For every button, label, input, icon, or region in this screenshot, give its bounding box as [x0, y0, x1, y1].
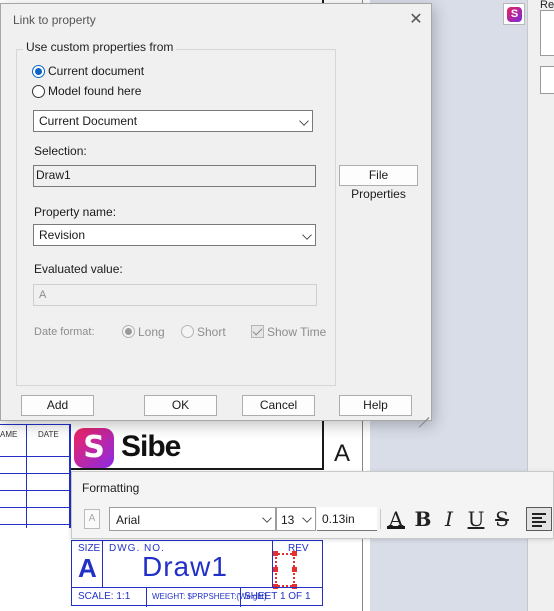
- date-short-label: Short: [197, 325, 226, 339]
- rev-table-row: [0, 474, 70, 491]
- bold-button[interactable]: B: [411, 506, 435, 532]
- current-document-radio[interactable]: [32, 65, 45, 78]
- cancel-button[interactable]: Cancel: [242, 395, 315, 416]
- sheet-revision-letter: A: [334, 440, 351, 467]
- selection-handle[interactable]: [292, 551, 297, 556]
- font-style-icon[interactable]: A: [84, 509, 100, 529]
- font-select[interactable]: Arial: [109, 507, 276, 531]
- formatting-row: A Arial 13 0.13in A B I U S: [72, 505, 554, 533]
- font-color-button[interactable]: A: [384, 506, 408, 532]
- selection-handle[interactable]: [273, 551, 278, 556]
- resize-grip-icon[interactable]: [417, 406, 430, 428]
- show-time-label: Show Time: [267, 325, 327, 339]
- align-left-button[interactable]: [526, 507, 552, 531]
- ok-button[interactable]: OK: [144, 395, 217, 416]
- font-color-swatch: [387, 526, 405, 529]
- logo-text: Sibe: [121, 430, 181, 463]
- chevron-down-icon: [262, 513, 272, 523]
- title-block-divider: [146, 587, 147, 607]
- selection-label: Selection:: [34, 144, 87, 158]
- rev-col-date: DATE: [38, 430, 59, 439]
- toolbar-separator: [380, 509, 381, 529]
- group-title: Use custom properties from: [23, 40, 177, 54]
- rev-table-row: [0, 440, 70, 457]
- rev-col-name: AME: [0, 430, 18, 439]
- evaluated-value-label: Evaluated value:: [34, 262, 123, 276]
- title-block: SIZE A DWG. NO. Draw1 REV SCALE: 1:1 WEI…: [71, 540, 323, 607]
- chevron-down-icon: [302, 513, 312, 523]
- title-block-divider: [240, 587, 241, 607]
- task-pane-field[interactable]: [540, 10, 554, 56]
- date-short-radio: [181, 325, 194, 338]
- model-found-here-label[interactable]: Model found here: [48, 84, 141, 98]
- show-time-checkbox: [251, 325, 264, 338]
- align-left-icon-line: [532, 525, 542, 527]
- selection-handle[interactable]: [273, 567, 278, 572]
- rev-table-top: [0, 424, 71, 425]
- logo-icon: S: [74, 428, 114, 468]
- app-logo-icon[interactable]: S: [503, 3, 525, 25]
- date-long-label: Long: [138, 325, 165, 339]
- evaluated-value: A: [39, 289, 47, 301]
- model-found-here-radio[interactable]: [32, 85, 45, 98]
- scale-text: SCALE: 1:1: [78, 591, 131, 602]
- rev-table-row: [0, 508, 70, 525]
- help-button[interactable]: Help: [339, 395, 412, 416]
- rev-table-divider: [26, 424, 27, 528]
- font-size-value: 13: [281, 513, 295, 527]
- font-height-input[interactable]: 0.13in: [317, 507, 377, 531]
- strikethrough-button[interactable]: S: [490, 506, 514, 532]
- rev-table-row: [0, 457, 70, 474]
- source-document-select[interactable]: Current Document: [33, 110, 313, 132]
- property-name-label: Property name:: [34, 205, 117, 219]
- font-select-value: Arial: [116, 513, 141, 527]
- align-left-icon: [532, 513, 546, 515]
- align-left-icon-line: [532, 517, 542, 519]
- font-height-value: 0.13in: [322, 512, 355, 526]
- dialog-title: Link to property: [13, 13, 96, 27]
- rev-note-selection[interactable]: [273, 551, 297, 589]
- add-button[interactable]: Add: [21, 395, 94, 416]
- current-document-label[interactable]: Current document: [48, 64, 144, 78]
- date-format-label: Date format:: [34, 326, 95, 338]
- title-block-divider: [72, 587, 322, 588]
- file-properties-button[interactable]: File Properties: [339, 165, 418, 201]
- title-block-divider: [102, 541, 103, 587]
- formatting-toolbar: Formatting A Arial 13 0.13in A B I U S: [71, 471, 554, 539]
- sheet-number-text: SHEET 1 OF 1: [244, 591, 311, 602]
- size-value: A: [78, 553, 97, 583]
- chevron-down-icon: [302, 230, 312, 240]
- app-logo-glyph: S: [507, 7, 522, 22]
- drawing-number-value: Draw1: [142, 551, 228, 582]
- selection-handle[interactable]: [292, 567, 297, 572]
- chevron-down-icon: [299, 116, 309, 126]
- rev-table-row: [0, 491, 70, 508]
- link-to-property-dialog: Link to property ✕ Use custom properties…: [0, 3, 432, 428]
- property-name-value: Revision: [39, 228, 86, 242]
- task-pane-field[interactable]: [540, 66, 554, 94]
- title-block-border: [71, 468, 323, 470]
- close-icon[interactable]: ✕: [405, 10, 427, 30]
- evaluated-value-field: A: [33, 284, 317, 306]
- date-long-radio: [122, 325, 135, 338]
- selection-field[interactable]: Draw1: [33, 165, 316, 187]
- underline-button[interactable]: U: [464, 506, 488, 532]
- source-document-value: Current Document: [39, 114, 138, 128]
- font-size-select[interactable]: 13: [276, 507, 316, 531]
- selection-value: Draw1: [36, 168, 71, 182]
- align-left-icon-line: [532, 521, 546, 523]
- title-block-divider: [272, 541, 273, 587]
- formatting-title: Formatting: [82, 481, 140, 495]
- italic-button[interactable]: I: [437, 506, 461, 532]
- company-logo: S Sibe: [71, 424, 183, 468]
- property-name-select[interactable]: Revision: [33, 224, 316, 246]
